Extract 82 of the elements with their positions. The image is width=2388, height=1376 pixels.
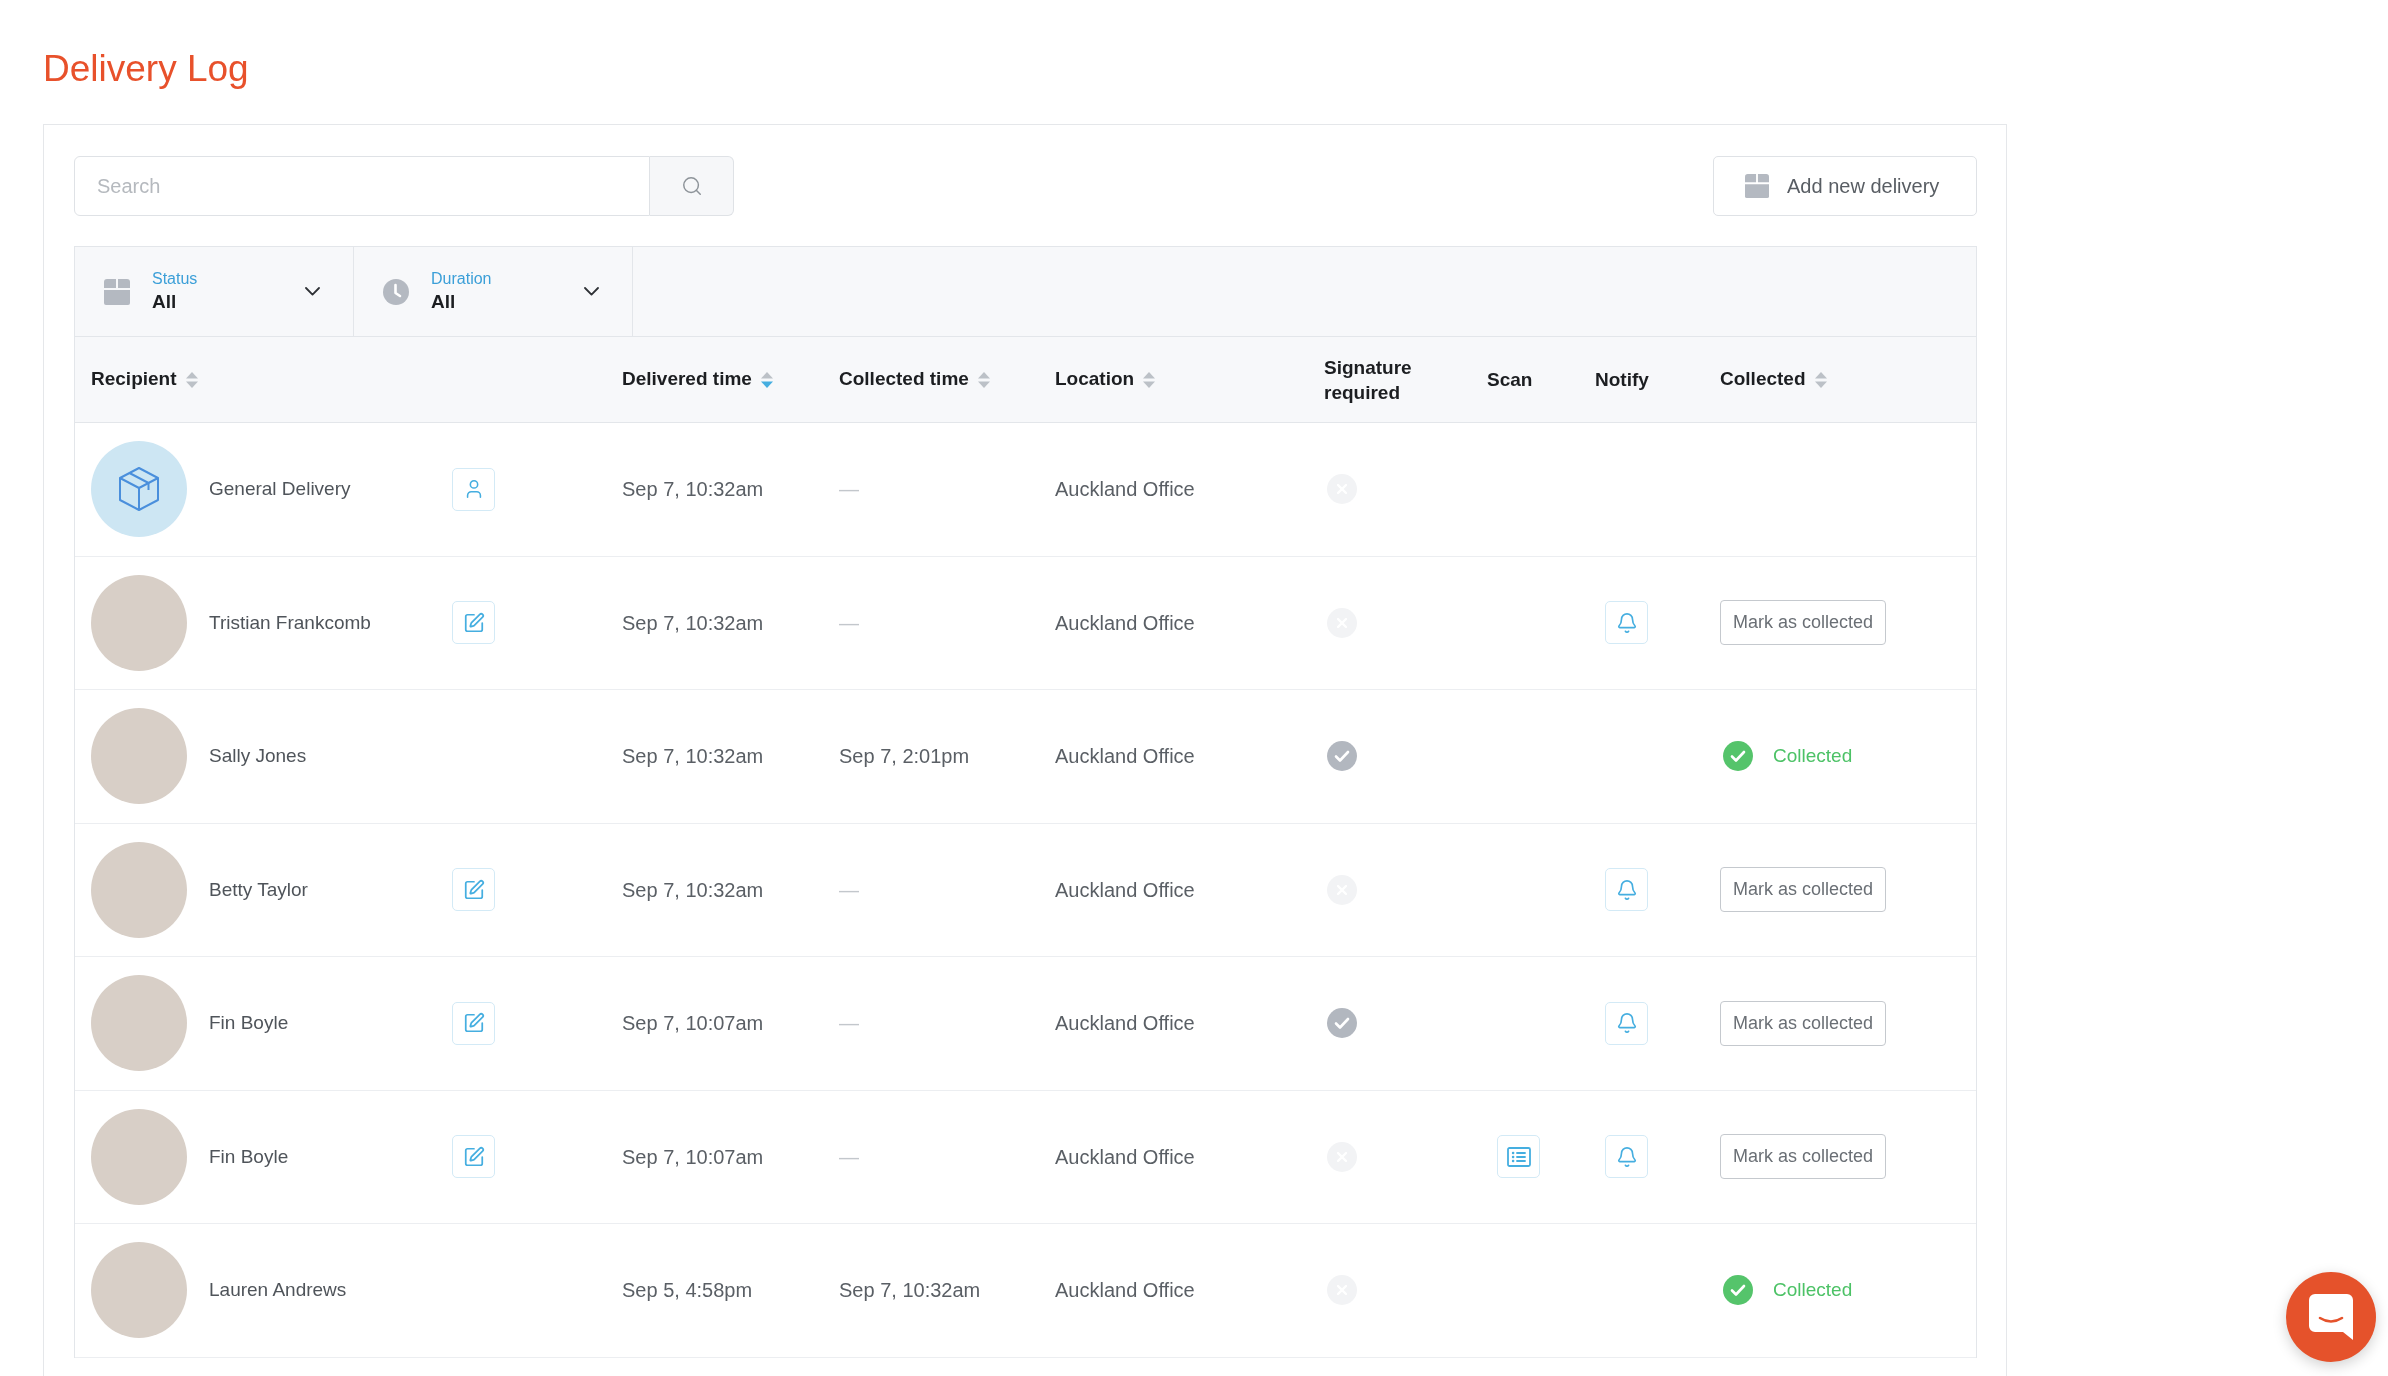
bell-icon bbox=[1615, 878, 1638, 901]
edit-icon bbox=[462, 1145, 485, 1168]
search-field[interactable]: Search bbox=[74, 156, 650, 216]
edit-button[interactable] bbox=[452, 1135, 495, 1179]
user-button[interactable] bbox=[452, 467, 495, 511]
collected-time: Sep 7, 10:32am bbox=[839, 1278, 981, 1304]
location-name: Auckland Office bbox=[1055, 744, 1195, 770]
check-circle-icon bbox=[1723, 741, 1753, 772]
recipient-name: General Delivery bbox=[209, 477, 352, 501]
edit-button[interactable] bbox=[452, 868, 495, 912]
recipient-name: Tristian Frankcomb bbox=[209, 610, 372, 635]
page-title: Delivery Log bbox=[43, 47, 249, 91]
delivered-time: Sep 7, 10:32am bbox=[622, 610, 764, 636]
column-header[interactable]: Location bbox=[1055, 365, 1156, 394]
filter-label: Duration bbox=[431, 268, 492, 289]
chat-bubble-icon bbox=[2309, 1294, 2353, 1340]
edit-icon bbox=[462, 611, 485, 634]
list-icon bbox=[1506, 1146, 1531, 1167]
delivered-time: Sep 7, 10:07am bbox=[622, 1011, 764, 1037]
column-header: Signature required bbox=[1324, 355, 1413, 405]
mark-collected-button[interactable]: Mark as collected bbox=[1720, 1134, 1887, 1180]
package-icon bbox=[1745, 174, 1769, 198]
column-header[interactable]: Collected time bbox=[839, 365, 990, 394]
column-header[interactable]: Recipient bbox=[91, 365, 198, 394]
recipient-name: Fin Boyle bbox=[209, 1011, 290, 1035]
package-icon bbox=[104, 278, 130, 305]
filter-value: All bbox=[152, 289, 177, 314]
delivered-time: Sep 7, 10:07am bbox=[622, 1144, 764, 1170]
recipient-name: Betty Taylor bbox=[209, 877, 309, 902]
location-name: Auckland Office bbox=[1055, 877, 1195, 903]
search-icon bbox=[680, 175, 703, 197]
check-circle-icon bbox=[1723, 1275, 1753, 1306]
bell-icon bbox=[1615, 1012, 1638, 1035]
location-name: Auckland Office bbox=[1055, 1144, 1195, 1170]
collected-time: — bbox=[839, 610, 859, 636]
delivered-time: Sep 7, 10:32am bbox=[622, 877, 764, 903]
chat-button[interactable] bbox=[2286, 1272, 2376, 1362]
mark-collected-button[interactable]: Mark as collected bbox=[1720, 867, 1887, 913]
delivered-time: Sep 7, 10:32am bbox=[622, 744, 764, 770]
collected-time: — bbox=[839, 877, 859, 903]
chevron-down-icon bbox=[305, 287, 320, 296]
collected-time: — bbox=[839, 1011, 859, 1037]
chevron-down-icon bbox=[584, 287, 599, 296]
column-header: Notify bbox=[1595, 368, 1649, 392]
collected-time: — bbox=[839, 1144, 859, 1170]
collected-time: Sep 7, 2:01pm bbox=[839, 744, 970, 770]
edit-icon bbox=[462, 1012, 485, 1035]
edit-button[interactable] bbox=[452, 1001, 495, 1045]
search-button[interactable] bbox=[650, 156, 734, 216]
edit-button[interactable] bbox=[452, 601, 495, 645]
bell-icon bbox=[1615, 1145, 1638, 1168]
collected-status: Collected bbox=[1773, 744, 1853, 768]
filter-dropdown[interactable]: Duration All bbox=[354, 247, 633, 336]
edit-icon bbox=[462, 878, 485, 901]
notify-button[interactable] bbox=[1605, 868, 1648, 912]
mark-collected-button[interactable]: Mark as collected bbox=[1720, 1000, 1887, 1046]
bell-icon bbox=[1615, 611, 1638, 634]
filter-dropdown[interactable]: Status All bbox=[75, 247, 354, 336]
recipient-name: Lauren Andrews bbox=[209, 1278, 348, 1302]
collected-time: — bbox=[839, 477, 859, 503]
column-header[interactable]: Collected bbox=[1720, 365, 1827, 394]
filter-value: All bbox=[431, 289, 456, 314]
notify-button[interactable] bbox=[1605, 1135, 1648, 1179]
location-name: Auckland Office bbox=[1055, 1278, 1195, 1304]
column-header: Scan bbox=[1487, 368, 1533, 392]
delivered-time: Sep 5, 4:58pm bbox=[622, 1278, 753, 1304]
mark-collected-button[interactable]: Mark as collected bbox=[1720, 600, 1887, 646]
column-header[interactable]: Delivered time bbox=[622, 365, 773, 394]
package-icon bbox=[91, 441, 187, 538]
clock-icon bbox=[383, 278, 409, 305]
location-name: Auckland Office bbox=[1055, 1011, 1195, 1037]
notify-button[interactable] bbox=[1605, 601, 1648, 645]
collected-status: Collected bbox=[1773, 1278, 1853, 1302]
recipient-name: Sally Jones bbox=[209, 744, 308, 768]
scan-button[interactable] bbox=[1497, 1135, 1540, 1179]
delivered-time: Sep 7, 10:32am bbox=[622, 477, 764, 503]
notify-button[interactable] bbox=[1605, 1001, 1648, 1045]
filter-label: Status bbox=[152, 268, 198, 289]
location-name: Auckland Office bbox=[1055, 477, 1195, 503]
location-name: Auckland Office bbox=[1055, 610, 1195, 636]
recipient-name: Fin Boyle bbox=[209, 1144, 290, 1169]
add-delivery-button[interactable]: Add new delivery bbox=[1713, 156, 1977, 216]
